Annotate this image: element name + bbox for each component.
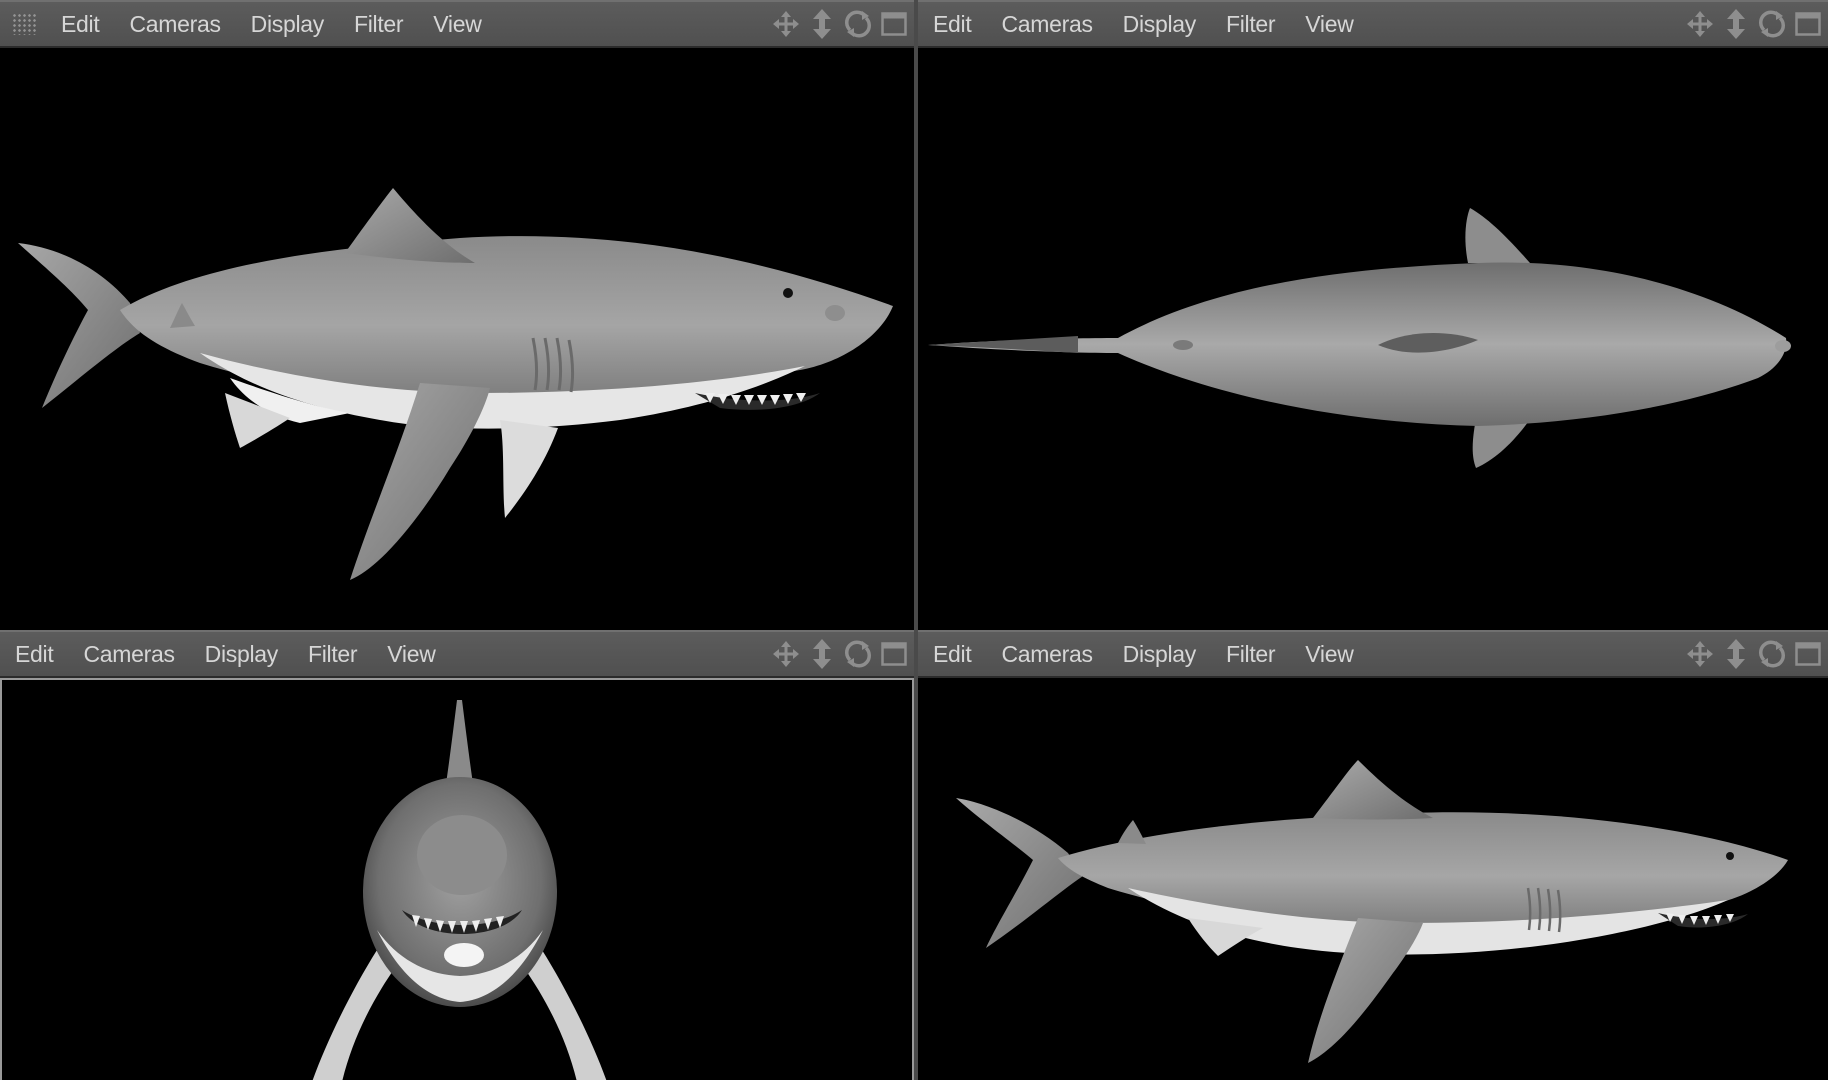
viewport-menus: Edit Cameras Display Filter View <box>46 2 497 46</box>
dolly-icon[interactable] <box>1720 8 1752 40</box>
viewport-menus: Edit Cameras Display Filter View <box>0 632 451 676</box>
move-icon[interactable] <box>770 8 802 40</box>
viewport-bottom-right[interactable]: Edit Cameras Display Filter View <box>918 630 1828 1080</box>
dolly-icon[interactable] <box>1720 638 1752 670</box>
menu-display[interactable]: Display <box>190 632 293 676</box>
dolly-icon[interactable] <box>806 638 838 670</box>
rotate-icon[interactable] <box>842 638 874 670</box>
maximize-icon[interactable] <box>1792 8 1824 40</box>
menu-view[interactable]: View <box>1290 632 1368 676</box>
menu-filter[interactable]: Filter <box>1211 2 1290 46</box>
rotate-icon[interactable] <box>842 8 874 40</box>
viewport-menubar: Edit Cameras Display Filter View <box>0 0 914 48</box>
viewport-tools <box>1680 632 1828 676</box>
viewport-menubar: Edit Cameras Display Filter View <box>918 630 1828 678</box>
menu-cameras[interactable]: Cameras <box>68 632 189 676</box>
menu-view[interactable]: View <box>418 2 496 46</box>
menu-filter[interactable]: Filter <box>1211 632 1290 676</box>
move-icon[interactable] <box>1684 8 1716 40</box>
viewport-tools <box>766 2 914 46</box>
menu-view[interactable]: View <box>1290 2 1368 46</box>
menu-filter[interactable]: Filter <box>293 632 372 676</box>
viewport-menubar: Edit Cameras Display Filter View <box>0 630 914 678</box>
viewport-canvas[interactable] <box>918 48 1828 630</box>
viewport-canvas[interactable] <box>918 678 1828 1080</box>
viewport-menus: Edit Cameras Display Filter View <box>918 632 1369 676</box>
shark-side-view <box>18 188 893 580</box>
viewport-menus: Edit Cameras Display Filter View <box>918 2 1369 46</box>
menu-filter[interactable]: Filter <box>339 2 418 46</box>
menu-display[interactable]: Display <box>236 2 339 46</box>
viewport-bottom-left[interactable]: Edit Cameras Display Filter View <box>0 630 914 1080</box>
menu-edit[interactable]: Edit <box>918 2 986 46</box>
viewport-splitter-vertical[interactable] <box>914 0 918 1080</box>
maximize-icon[interactable] <box>878 638 910 670</box>
menu-edit[interactable]: Edit <box>918 632 986 676</box>
move-icon[interactable] <box>1684 638 1716 670</box>
menu-cameras[interactable]: Cameras <box>986 2 1107 46</box>
maximize-icon[interactable] <box>1792 638 1824 670</box>
menu-edit[interactable]: Edit <box>0 632 68 676</box>
viewport-canvas[interactable] <box>0 48 914 630</box>
rotate-icon[interactable] <box>1756 638 1788 670</box>
viewport-menubar: Edit Cameras Display Filter View <box>918 0 1828 48</box>
shark-top-view <box>928 208 1791 468</box>
maximize-icon[interactable] <box>878 8 910 40</box>
menu-cameras[interactable]: Cameras <box>986 632 1107 676</box>
viewport-top-right[interactable]: Edit Cameras Display Filter View <box>918 0 1828 630</box>
menu-display[interactable]: Display <box>1108 2 1211 46</box>
shark-front-view <box>312 700 607 1080</box>
menu-edit[interactable]: Edit <box>46 2 114 46</box>
shark-perspective-view <box>956 760 1788 1063</box>
rotate-icon[interactable] <box>1756 8 1788 40</box>
viewport-tools <box>766 632 914 676</box>
app-window: Edit Cameras Display Filter View Edit Ca… <box>0 0 1828 1080</box>
menu-cameras[interactable]: Cameras <box>114 2 235 46</box>
viewport-top-left[interactable]: Edit Cameras Display Filter View <box>0 0 914 630</box>
viewport-tools <box>1680 2 1828 46</box>
menu-display[interactable]: Display <box>1108 632 1211 676</box>
menu-view[interactable]: View <box>372 632 450 676</box>
panel-grip-icon[interactable] <box>12 13 38 35</box>
move-icon[interactable] <box>770 638 802 670</box>
dolly-icon[interactable] <box>806 8 838 40</box>
viewport-canvas[interactable] <box>0 678 914 1080</box>
